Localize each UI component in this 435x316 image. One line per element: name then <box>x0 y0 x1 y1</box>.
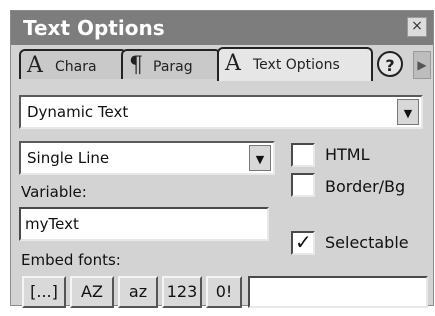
text-type-arrow[interactable]: ▼ <box>397 99 419 125</box>
close-icon[interactable]: × <box>407 17 427 37</box>
panel-title: Text Options <box>23 16 165 40</box>
variable-value: myText <box>25 215 79 233</box>
border-bg-checkbox[interactable] <box>291 173 315 197</box>
character-icon: A <box>27 53 43 78</box>
tab-paragraph[interactable]: ¶ Parag <box>121 49 221 79</box>
embed-fonts-label: Embed fonts: <box>21 251 121 269</box>
tab-text-options-label: Text Options <box>253 57 340 73</box>
html-label: HTML <box>325 145 370 164</box>
variable-label: Variable: <box>21 183 87 201</box>
tab-scroll-right-icon[interactable]: ▶ <box>413 51 431 79</box>
text-options-panel: Text Options × A Chara ¶ Parag A Text Op… <box>10 10 434 306</box>
tab-text-options[interactable]: A Text Options <box>217 47 373 81</box>
selectable-label: Selectable <box>325 233 409 252</box>
tab-paragraph-label: Parag <box>153 59 193 75</box>
line-type-value: Single Line <box>27 149 110 167</box>
border-bg-label: Border/Bg <box>325 177 406 196</box>
checkmark-icon: ✓ <box>295 230 312 254</box>
embed-specify-ranges-button[interactable]: [...] <box>22 276 66 308</box>
selectable-checkbox[interactable]: ✓ <box>291 230 315 255</box>
tab-strip: A Chara ¶ Parag A Text Options ? ▶ <box>11 45 433 83</box>
text-options-icon: A <box>225 51 241 76</box>
chevron-down-icon: ▼ <box>255 152 265 166</box>
embed-punctuation-button[interactable]: 0! <box>206 276 242 308</box>
tab-character[interactable]: A Chara <box>19 49 127 79</box>
html-checkbox[interactable] <box>291 143 315 167</box>
variable-input[interactable]: myText <box>19 207 269 241</box>
embed-lowercase-button[interactable]: az <box>118 276 158 308</box>
line-type-arrow[interactable]: ▼ <box>249 145 271 171</box>
text-type-value: Dynamic Text <box>27 103 129 121</box>
help-icon[interactable]: ? <box>377 51 403 77</box>
paragraph-icon: ¶ <box>129 53 143 78</box>
embed-uppercase-button[interactable]: AZ <box>70 276 114 308</box>
text-type-dropdown[interactable]: Dynamic Text ▼ <box>19 95 423 129</box>
tab-character-label: Chara <box>55 59 97 75</box>
embed-characters-input[interactable] <box>248 276 428 308</box>
panel-titlebar[interactable]: Text Options × <box>11 11 433 45</box>
line-type-dropdown[interactable]: Single Line ▼ <box>19 141 275 175</box>
chevron-down-icon: ▼ <box>403 106 413 120</box>
embed-numerals-button[interactable]: 123 <box>162 276 202 308</box>
